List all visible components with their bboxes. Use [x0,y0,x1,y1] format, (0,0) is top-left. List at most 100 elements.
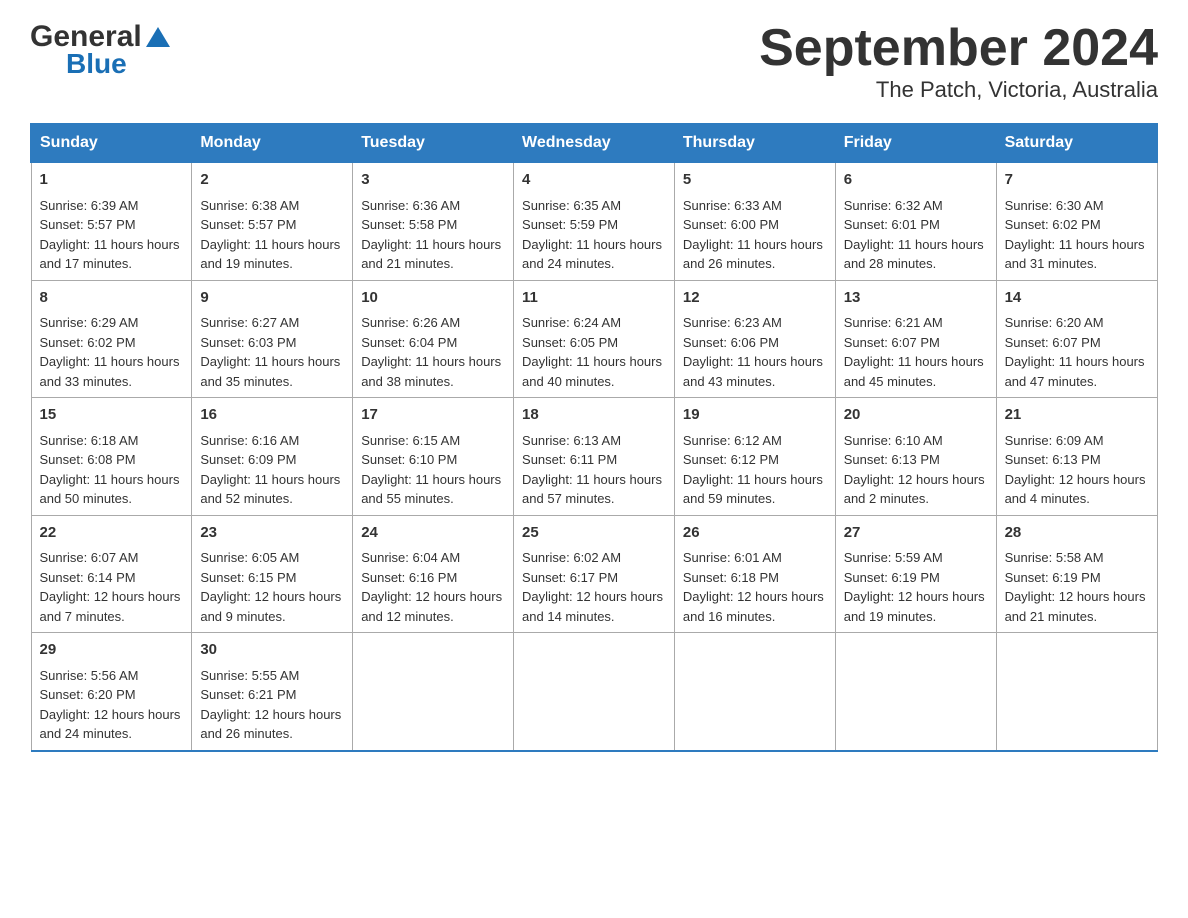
day-number: 20 [844,404,988,427]
calendar-cell [514,633,675,751]
day-number: 9 [200,287,344,310]
day-info: Sunrise: 6:21 AMSunset: 6:07 PMDaylight:… [844,313,988,391]
day-number: 15 [40,404,184,427]
calendar-cell: 23 Sunrise: 6:05 AMSunset: 6:15 PMDayligh… [192,515,353,633]
calendar-cell: 7Sunrise: 6:30 AMSunset: 6:02 PMDaylight… [996,163,1157,281]
day-info: Sunrise: 6:32 AMSunset: 6:01 PMDaylight:… [844,196,988,274]
calendar-cell: 8 Sunrise: 6:29 AMSunset: 6:02 PMDaylight… [31,280,192,398]
day-info: Sunrise: 6:26 AMSunset: 6:04 PMDaylight:… [361,313,505,391]
day-number: 4 [522,169,666,192]
calendar-cell: 16 Sunrise: 6:16 AMSunset: 6:09 PMDayligh… [192,398,353,516]
calendar-cell: 11Sunrise: 6:24 AMSunset: 6:05 PMDayligh… [514,280,675,398]
calendar-week-3: 15 Sunrise: 6:18 AMSunset: 6:08 PMDayligh… [31,398,1157,516]
calendar-cell: 9 Sunrise: 6:27 AMSunset: 6:03 PMDaylight… [192,280,353,398]
page-header: General Blue September 2024 The Patch, V… [30,20,1158,103]
calendar-cell: 28Sunrise: 5:58 AMSunset: 6:19 PMDayligh… [996,515,1157,633]
calendar-title: September 2024 [759,20,1158,77]
calendar-cell: 14 Sunrise: 6:20 AMSunset: 6:07 PMDayligh… [996,280,1157,398]
calendar-week-5: 29Sunrise: 5:56 AMSunset: 6:20 PMDayligh… [31,633,1157,751]
calendar-cell: 2 Sunrise: 6:38 AMSunset: 5:57 PMDaylight… [192,163,353,281]
day-number: 26 [683,522,827,545]
day-number: 8 [40,287,184,310]
day-info: Sunrise: 6:07 AMSunset: 6:14 PMDaylight:… [40,548,184,626]
calendar-cell: 18 Sunrise: 6:13 AMSunset: 6:11 PMDayligh… [514,398,675,516]
logo-blue-text: Blue [66,48,127,79]
calendar-week-2: 8 Sunrise: 6:29 AMSunset: 6:02 PMDaylight… [31,280,1157,398]
calendar-week-1: 1Sunrise: 6:39 AMSunset: 5:57 PMDaylight… [31,163,1157,281]
day-header-saturday: Saturday [996,124,1157,163]
calendar-cell: 3 Sunrise: 6:36 AMSunset: 5:58 PMDaylight… [353,163,514,281]
calendar-cell: 29Sunrise: 5:56 AMSunset: 6:20 PMDayligh… [31,633,192,751]
calendar-cell: 15 Sunrise: 6:18 AMSunset: 6:08 PMDayligh… [31,398,192,516]
day-number: 23 [200,522,344,545]
day-info: Sunrise: 6:23 AMSunset: 6:06 PMDaylight:… [683,313,827,391]
calendar-cell: 17Sunrise: 6:15 AMSunset: 6:10 PMDayligh… [353,398,514,516]
day-info: Sunrise: 6:16 AMSunset: 6:09 PMDaylight:… [200,431,344,509]
day-info: Sunrise: 6:38 AMSunset: 5:57 PMDaylight:… [200,196,344,274]
day-info: Sunrise: 6:30 AMSunset: 6:02 PMDaylight:… [1005,196,1149,274]
day-number: 18 [522,404,666,427]
day-info: Sunrise: 6:02 AMSunset: 6:17 PMDaylight:… [522,548,666,626]
day-number: 22 [40,522,184,545]
day-number: 6 [844,169,988,192]
day-info: Sunrise: 5:59 AMSunset: 6:19 PMDaylight:… [844,548,988,626]
day-info: Sunrise: 6:05 AMSunset: 6:15 PMDaylight:… [200,548,344,626]
calendar-cell: 24 Sunrise: 6:04 AMSunset: 6:16 PMDayligh… [353,515,514,633]
day-number: 1 [40,169,184,192]
day-info: Sunrise: 6:18 AMSunset: 6:08 PMDaylight:… [40,431,184,509]
day-number: 21 [1005,404,1149,427]
day-info: Sunrise: 6:15 AMSunset: 6:10 PMDaylight:… [361,431,505,509]
day-number: 19 [683,404,827,427]
logo-triangle-icon [144,23,172,51]
day-info: Sunrise: 5:58 AMSunset: 6:19 PMDaylight:… [1005,548,1149,626]
calendar-cell [835,633,996,751]
day-info: Sunrise: 6:13 AMSunset: 6:11 PMDaylight:… [522,431,666,509]
day-number: 14 [1005,287,1149,310]
day-number: 5 [683,169,827,192]
day-header-thursday: Thursday [674,124,835,163]
day-info: Sunrise: 6:27 AMSunset: 6:03 PMDaylight:… [200,313,344,391]
title-block: September 2024 The Patch, Victoria, Aust… [759,20,1158,103]
calendar-cell: 27 Sunrise: 5:59 AMSunset: 6:19 PMDayligh… [835,515,996,633]
day-number: 25 [522,522,666,545]
day-info: Sunrise: 6:09 AMSunset: 6:13 PMDaylight:… [1005,431,1149,509]
day-info: Sunrise: 5:55 AMSunset: 6:21 PMDaylight:… [200,666,344,744]
calendar-cell: 13Sunrise: 6:21 AMSunset: 6:07 PMDayligh… [835,280,996,398]
day-number: 12 [683,287,827,310]
calendar-cell: 21 Sunrise: 6:09 AMSunset: 6:13 PMDayligh… [996,398,1157,516]
logo: General Blue [30,20,174,80]
calendar-cell [996,633,1157,751]
day-number: 24 [361,522,505,545]
day-number: 2 [200,169,344,192]
day-number: 3 [361,169,505,192]
calendar-cell: 19 Sunrise: 6:12 AMSunset: 6:12 PMDayligh… [674,398,835,516]
day-number: 27 [844,522,988,545]
calendar-cell: 25 Sunrise: 6:02 AMSunset: 6:17 PMDayligh… [514,515,675,633]
day-header-wednesday: Wednesday [514,124,675,163]
day-header-sunday: Sunday [31,124,192,163]
calendar-cell: 30 Sunrise: 5:55 AMSunset: 6:21 PMDayligh… [192,633,353,751]
day-number: 30 [200,639,344,662]
day-info: Sunrise: 6:36 AMSunset: 5:58 PMDaylight:… [361,196,505,274]
day-info: Sunrise: 6:12 AMSunset: 6:12 PMDaylight:… [683,431,827,509]
calendar-cell: 22 Sunrise: 6:07 AMSunset: 6:14 PMDayligh… [31,515,192,633]
day-number: 29 [40,639,184,662]
day-info: Sunrise: 6:10 AMSunset: 6:13 PMDaylight:… [844,431,988,509]
day-info: Sunrise: 6:35 AMSunset: 5:59 PMDaylight:… [522,196,666,274]
calendar-cell: 6 Sunrise: 6:32 AMSunset: 6:01 PMDaylight… [835,163,996,281]
day-info: Sunrise: 6:33 AMSunset: 6:00 PMDaylight:… [683,196,827,274]
day-info: Sunrise: 6:04 AMSunset: 6:16 PMDaylight:… [361,548,505,626]
calendar-cell: 1Sunrise: 6:39 AMSunset: 5:57 PMDaylight… [31,163,192,281]
day-number: 16 [200,404,344,427]
day-number: 11 [522,287,666,310]
calendar-cell [353,633,514,751]
day-header-monday: Monday [192,124,353,163]
calendar-cell [674,633,835,751]
day-info: Sunrise: 6:20 AMSunset: 6:07 PMDaylight:… [1005,313,1149,391]
calendar-cell: 26 Sunrise: 6:01 AMSunset: 6:18 PMDayligh… [674,515,835,633]
day-header-tuesday: Tuesday [353,124,514,163]
day-info: Sunrise: 6:01 AMSunset: 6:18 PMDaylight:… [683,548,827,626]
calendar-cell: 10Sunrise: 6:26 AMSunset: 6:04 PMDayligh… [353,280,514,398]
calendar-cell: 12 Sunrise: 6:23 AMSunset: 6:06 PMDayligh… [674,280,835,398]
day-info: Sunrise: 6:29 AMSunset: 6:02 PMDaylight:… [40,313,184,391]
